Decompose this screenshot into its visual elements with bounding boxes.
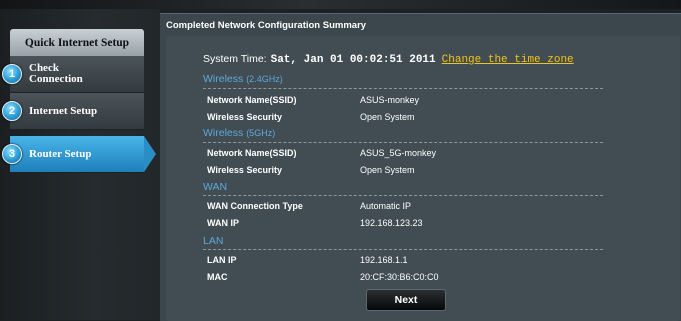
- row-label: WAN Connection Type: [207, 201, 303, 211]
- row-value: Open System: [360, 112, 415, 122]
- row-value: ASUS-monkey: [360, 95, 420, 105]
- step-check-connection[interactable]: 1 Check Connection: [2, 56, 144, 93]
- section-name: Wireless: [203, 73, 244, 85]
- step-label: Check Connection: [29, 63, 83, 85]
- row-label: Network Name(SSID): [207, 95, 297, 105]
- row-value: Open System: [360, 165, 415, 175]
- divider: [203, 195, 603, 196]
- section-title-wireless-2g: Wireless (2.4GHz): [203, 73, 283, 85]
- step-router-setup[interactable]: 3 Router Setup: [2, 136, 156, 173]
- page-title: Completed Network Configuration Summary: [166, 20, 367, 31]
- divider: [203, 88, 603, 89]
- row-label: Network Name(SSID): [207, 148, 297, 158]
- divider: [203, 249, 603, 250]
- sidebar-header: Quick Internet Setup: [10, 29, 144, 56]
- section-sub: (5GHz): [246, 128, 276, 138]
- section-name: Wireless: [203, 127, 244, 139]
- row-label: Wireless Security: [207, 165, 282, 175]
- system-time-value: Sat, Jan 01 00:02:51 2011: [270, 54, 436, 66]
- section-sub: (2.4GHz): [246, 74, 283, 84]
- summary-panel: Completed Network Configuration Summary …: [160, 13, 681, 321]
- step-number-2-icon: 2: [2, 101, 22, 121]
- step-label: Router Setup: [29, 147, 92, 160]
- row-label: Wireless Security: [207, 112, 282, 122]
- next-button[interactable]: Next: [366, 289, 446, 311]
- system-time-label: System Time:: [203, 53, 267, 65]
- summary-content: System Time: Sat, Jan 01 00:02:51 2011 Cha…: [166, 36, 680, 321]
- row-value: 192.168.1.1: [360, 255, 408, 265]
- setup-steps: 1 Check Connection 2 Internet Setup 3 Ro…: [2, 56, 156, 173]
- row-label: MAC: [207, 272, 228, 282]
- step-internet-setup[interactable]: 2 Internet Setup: [2, 93, 144, 130]
- step-label-line2: Connection: [29, 73, 83, 85]
- row-value: Automatic IP: [360, 201, 412, 211]
- section-title-lan: LAN: [203, 235, 224, 247]
- step-number-3-icon: 3: [2, 144, 22, 164]
- row-value: ASUS_5G-monkey: [360, 148, 437, 158]
- section-title-wireless-5g: Wireless (5GHz): [203, 127, 275, 139]
- row-value: 20:CF:30:B6:C0:C0: [360, 272, 439, 282]
- system-time-row: System Time: Sat, Jan 01 00:02:51 2011 Cha…: [203, 53, 574, 66]
- top-strip: [0, 0, 681, 9]
- row-label: WAN IP: [207, 218, 240, 228]
- step-number-1-icon: 1: [2, 64, 22, 84]
- row-value: 192.168.123.23: [360, 218, 423, 228]
- divider: [203, 142, 603, 143]
- step-label: Internet Setup: [29, 104, 98, 117]
- change-time-zone-link[interactable]: Change the time zone: [442, 54, 574, 66]
- section-title-wan: WAN: [203, 181, 228, 193]
- row-label: LAN IP: [207, 255, 237, 265]
